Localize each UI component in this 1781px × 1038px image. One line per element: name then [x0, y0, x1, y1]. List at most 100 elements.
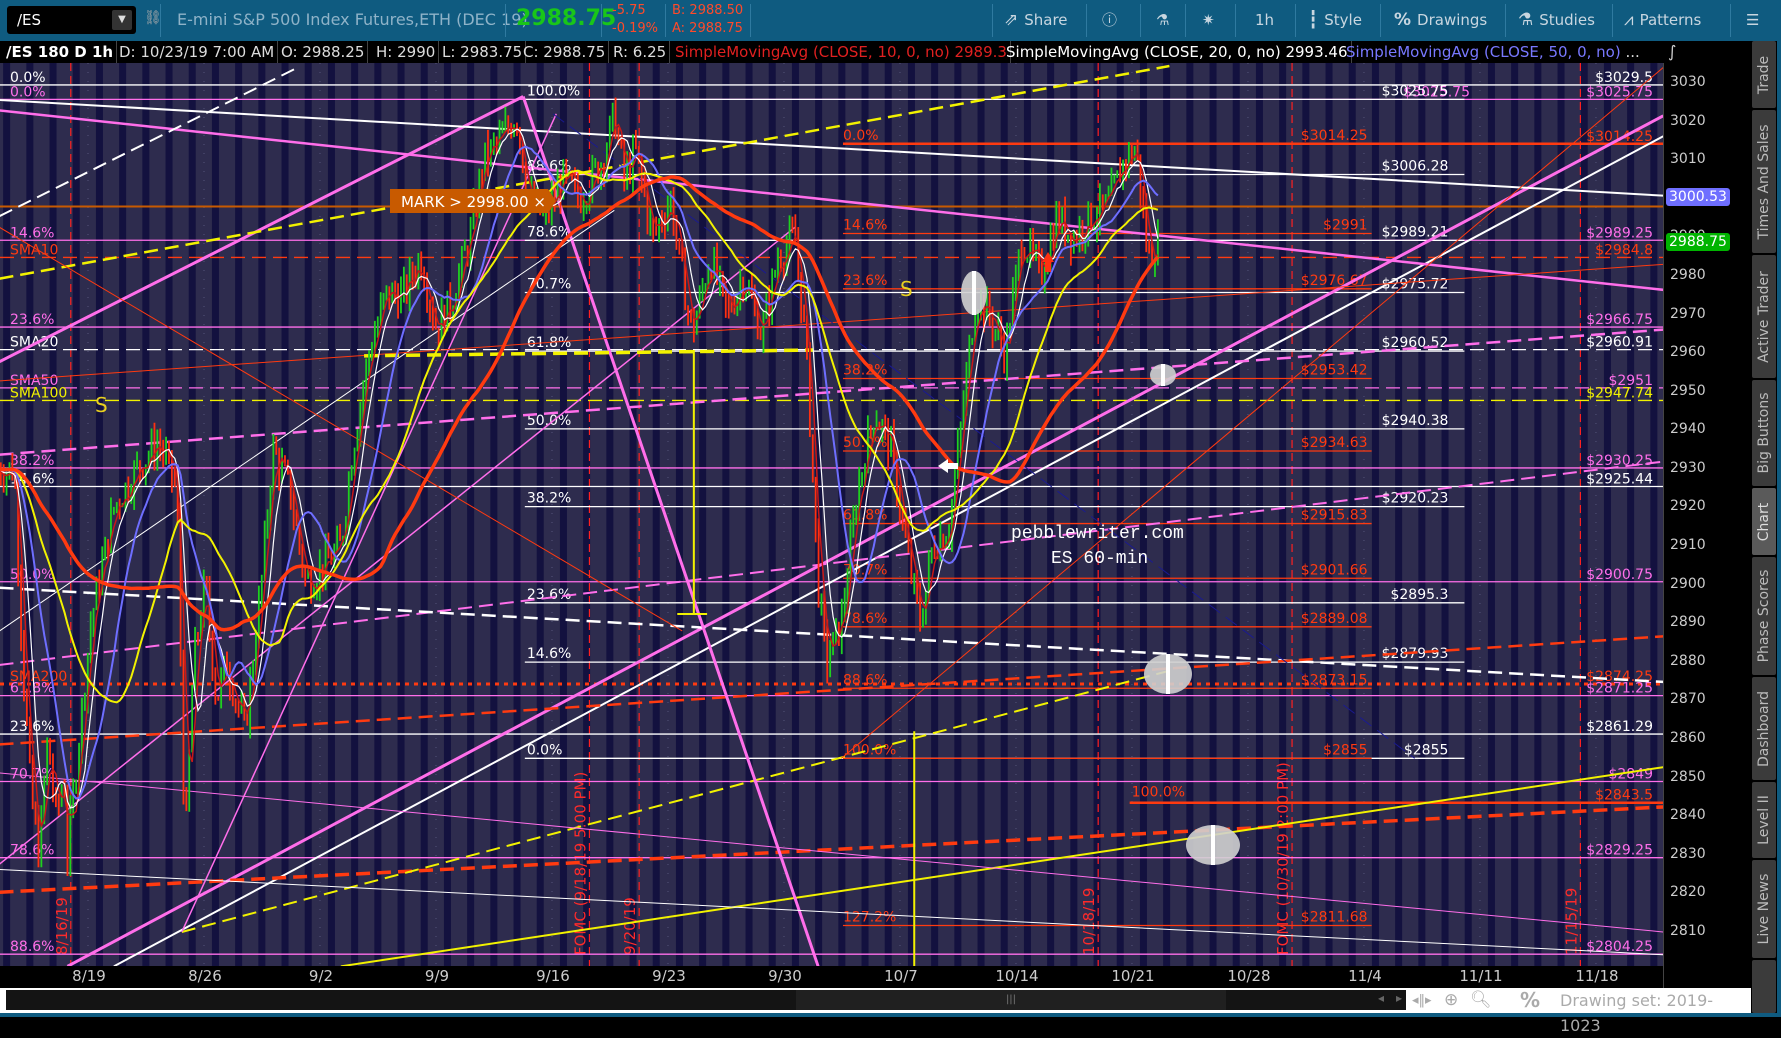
mark-price-label[interactable]: MARK > 2998.00 × — [390, 189, 556, 213]
price-axis[interactable]: 3030302030103000299029802970296029502940… — [1663, 63, 1751, 988]
level-right-label: $3025.75 — [1586, 84, 1653, 100]
sidebar-tab-trade[interactable]: Trade — [1752, 41, 1776, 108]
sidebar-tab-dashboard[interactable]: Dashboard — [1752, 677, 1776, 780]
sidebar-tab-chart[interactable]: Chart — [1752, 488, 1776, 555]
sidebar-tab-big-buttons[interactable]: Big Buttons — [1752, 380, 1776, 486]
fib-value-label: $2940.38 — [1382, 413, 1449, 429]
level-right-label: $2843.5 — [1595, 788, 1653, 804]
date-tick: 9/23 — [652, 967, 686, 985]
pan-icon[interactable]: ◂‖▸ — [1412, 988, 1432, 1013]
session-band — [327, 63, 335, 966]
sidebar-tab-label: Live News — [1756, 873, 1772, 945]
time-axis[interactable]: 8/19 8/26 9/2 9/9 9/16 9/23 9/30 10/7 10/14 10/21… — [0, 966, 1663, 988]
fib-value-label: $3025.75 — [1382, 83, 1449, 99]
scrollbar-thumb[interactable]: ||| — [796, 990, 1226, 1010]
price-tick: 2930 — [1670, 459, 1706, 476]
session-band — [1464, 63, 1472, 966]
fib-value-label: $2991 — [1323, 218, 1368, 234]
price-tick: 2830 — [1670, 845, 1706, 862]
session-band — [1255, 63, 1263, 966]
fib-pct-label: 0.0% — [843, 128, 879, 144]
session-band — [791, 63, 799, 966]
level-right-label: $2966.75 — [1586, 312, 1653, 328]
session-band — [49, 63, 57, 966]
session-band — [1070, 63, 1078, 966]
percent-icon[interactable]: % — [1520, 988, 1540, 1013]
date-tick: 10/14 — [995, 967, 1039, 985]
price-tick: 3010 — [1670, 151, 1706, 168]
current-price-badge: 2988.75 — [1666, 233, 1730, 252]
price-tick: 2960 — [1670, 344, 1706, 361]
date-tick: 11/18 — [1575, 967, 1619, 985]
price-tick: 2890 — [1670, 614, 1706, 631]
sidebar-tab-level-ii[interactable]: Level II — [1752, 782, 1776, 858]
level-left-label: 38.2% — [10, 453, 54, 469]
price-tick: 2900 — [1670, 575, 1706, 592]
scroll-right-icon[interactable]: ▸ — [1396, 991, 1402, 1005]
session-band — [142, 63, 150, 966]
window-border — [0, 1013, 1781, 1017]
price-tick: 3030 — [1670, 74, 1706, 90]
session-band — [374, 63, 382, 966]
session-band — [188, 63, 196, 966]
date-tick: 10/21 — [1111, 967, 1155, 985]
price-tick: 2810 — [1670, 922, 1706, 939]
session-band — [95, 63, 103, 966]
level-right-label: $2925.44 — [1586, 471, 1653, 487]
sidebar-tab-label: Phase Scores — [1756, 569, 1772, 663]
session-band — [1511, 63, 1519, 966]
horizontal-scrollbar[interactable]: ||| ◂ ▸ — [6, 990, 1406, 1010]
price-tick: 2980 — [1670, 266, 1706, 283]
date-tick: 8/19 — [72, 967, 106, 985]
level-right-label: $2947.74 — [1586, 385, 1653, 401]
chart-background — [0, 63, 1663, 966]
annotation-s: S — [900, 277, 913, 301]
fib-value-label: $2989.21 — [1382, 224, 1449, 240]
sidebar-tab-label: Times And Sales — [1756, 123, 1772, 240]
session-band — [1557, 63, 1565, 966]
studies-toggle-icon[interactable]: ∫ — [1668, 41, 1676, 63]
mark-label-text: MARK > 2998.00 × — [401, 193, 546, 211]
price-tick: 2870 — [1670, 691, 1706, 708]
sidebar-tab-label: Dashboard — [1756, 690, 1772, 767]
session-band — [1371, 63, 1379, 966]
date-tick: 9/16 — [536, 967, 570, 985]
price-tick: 2950 — [1670, 382, 1706, 399]
sidebar-tab-more[interactable] — [1752, 960, 1776, 1013]
session-band — [745, 63, 753, 966]
date-tick: 11/4 — [1348, 967, 1382, 985]
bottom-bar: ||| ◂ ▸ ◂‖▸ ⊕ 🔍︎ % Drawing set: 2019-102… — [0, 988, 1751, 1035]
level-right-label: $2829.25 — [1586, 843, 1653, 859]
sidebar-tab-label: Level II — [1756, 795, 1772, 845]
crosshair-icon[interactable]: ⊕ — [1444, 988, 1458, 1013]
sidebar-tab-phase-scores[interactable]: Phase Scores — [1752, 557, 1776, 675]
event-label: 10/18/19 — [1080, 888, 1098, 955]
zoom-icon[interactable]: 🔍︎ — [1470, 988, 1492, 1013]
fib-pct-label: 14.6% — [843, 218, 887, 234]
level-left-label: 14.6% — [10, 225, 54, 241]
session-band — [977, 63, 985, 966]
price-chart[interactable]: 8/16/19 FOMC (9/18/19 5:00 PM) 9/20/19 10/1… — [0, 0, 1663, 966]
date-tick: 9/2 — [308, 967, 334, 985]
level-left-label: 0.0% — [10, 84, 46, 100]
annotation-subtitle: ES 60-min — [1051, 549, 1148, 569]
price-tick: 2910 — [1670, 537, 1706, 554]
sidebar-tab-label: Big Buttons — [1756, 392, 1772, 474]
menu-button[interactable]: ☰ — [1746, 0, 1759, 41]
sidebar-tab-live-news[interactable]: Live News — [1752, 860, 1776, 958]
session-band — [722, 63, 730, 966]
fib-value-label: $3006.28 — [1382, 159, 1449, 175]
sidebar-tab-active-trader[interactable]: Active Trader — [1752, 255, 1776, 378]
session-band — [1023, 63, 1031, 966]
fib-value-label: $2975.72 — [1382, 276, 1449, 292]
sidebar-tab-label: Trade — [1756, 55, 1772, 94]
sma-badge: 3000.53 — [1666, 187, 1730, 206]
session-band — [235, 63, 243, 966]
scroll-left-icon[interactable]: ◂ — [1378, 991, 1384, 1005]
fib-pct-label: 78.6% — [843, 611, 887, 627]
session-band — [72, 63, 80, 966]
sidebar-tab-times-and-sales[interactable]: Times And Sales — [1752, 110, 1776, 253]
fib-value-label: $2895.3 — [1390, 587, 1448, 603]
date-tick: 9/30 — [768, 967, 802, 985]
level-left-label: 50.0% — [10, 567, 54, 583]
